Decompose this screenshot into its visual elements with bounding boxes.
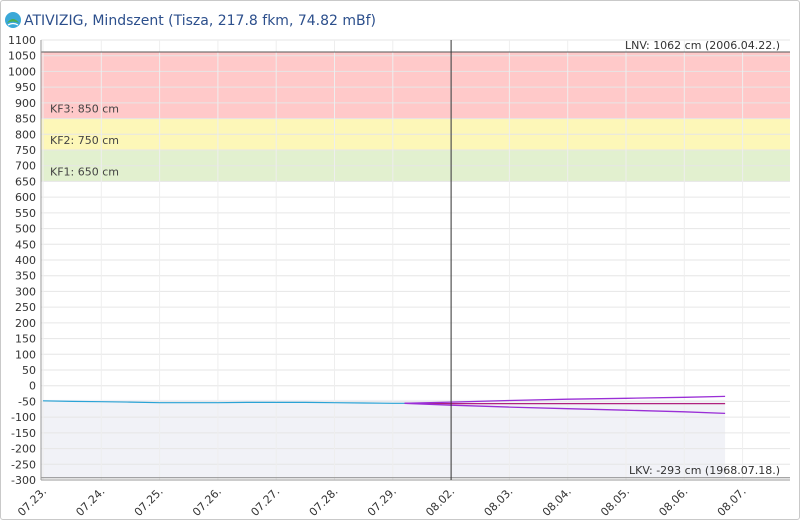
y-tick-label: -150 [11,427,36,440]
y-tick-label: 300 [15,285,36,298]
band-label-kf1: KF1: 650 cm [50,165,119,178]
x-tick-label: 07.29. [365,485,399,519]
y-tick-label: 450 [15,238,36,251]
low-range-area [41,399,726,478]
y-tick-label: 550 [15,207,36,220]
y-tick-label: -200 [11,443,36,456]
y-tick-label: 800 [15,128,36,141]
band-label-kf2: KF2: 750 cm [50,134,119,147]
x-tick-label: 08.04. [540,485,574,519]
x-tick-label: 07.27. [248,485,282,519]
reference-label-lnv: LNV: 1062 cm (2006.04.22.) [625,39,780,52]
x-tick-label: 07.26. [190,485,224,519]
y-tick-label: 650 [15,175,36,188]
y-tick-label: 600 [15,191,36,204]
y-tick-label: 850 [15,113,36,126]
y-tick-label: -50 [18,395,36,408]
y-tick-label: -250 [11,458,36,471]
y-tick-label: 350 [15,270,36,283]
y-tick-label: 900 [15,97,36,110]
x-tick-label: 07.28. [307,485,341,519]
y-tick-label: -100 [11,411,36,424]
y-tick-label: 150 [15,333,36,346]
x-tick-label: 07.23. [15,485,49,519]
x-tick-label: 07.24. [73,485,107,519]
band-label-kf3: KF3: 850 cm [50,103,119,116]
x-tick-label: 08.05. [598,485,632,519]
x-tick-label: 08.06. [656,485,690,519]
water-level-chart: KF3: 850 cm KF2: 750 cm KF1: 650 cm LNV: 10… [8,34,790,519]
x-tick-label: 07.25. [132,485,166,519]
y-tick-label: 100 [15,348,36,361]
y-tick-label: 700 [15,160,36,173]
y-tick-label: 250 [15,301,36,314]
x-tick-label: 08.02. [423,485,457,519]
y-tick-label: 50 [22,364,36,377]
y-tick-label: -300 [11,474,36,487]
y-tick-label: 1100 [8,34,36,47]
y-tick-label: 1000 [8,65,36,78]
y-tick-label: 400 [15,254,36,267]
x-tick-label: 08.07. [715,485,749,519]
y-tick-label: 0 [29,380,36,393]
warning-band-kf3 [41,51,790,119]
x-tick-label: 08.03. [482,485,516,519]
reference-label-lkv: LKV: -293 cm (1968.07.18.) [629,464,780,477]
y-tick-label: 1050 [8,50,36,63]
y-tick-label: 750 [15,144,36,157]
y-tick-label: 500 [15,223,36,236]
y-tick-label: 950 [15,81,36,94]
y-tick-label: 200 [15,317,36,330]
